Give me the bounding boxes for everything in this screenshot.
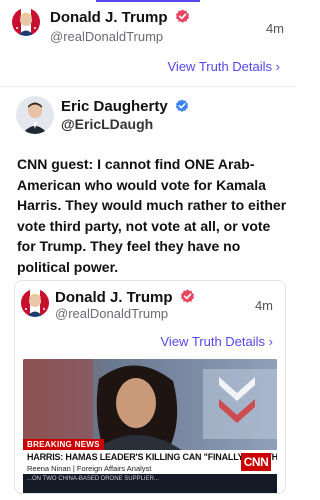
verified-badge-icon [180, 289, 195, 308]
post-header: Donald J. Trump @realDonaldTrump 4m [0, 0, 296, 56]
avatar[interactable] [21, 289, 49, 317]
avatar-image [21, 289, 49, 317]
breaking-news-label: BREAKING NEWS [23, 439, 104, 450]
news-ticker: ...ON TWO CHINA-BASED DRONE SUPPLIER... [23, 474, 277, 493]
quote-author-handle[interactable]: @realDonaldTrump [55, 306, 168, 321]
news-ticker-text: ...ON TWO CHINA-BASED DRONE SUPPLIER... [27, 476, 159, 482]
verified-badge-icon [175, 99, 189, 117]
avatar[interactable] [16, 96, 54, 134]
author-handle[interactable]: @realDonaldTrump [50, 29, 163, 44]
chevron-right-icon: › [268, 334, 273, 349]
video-thumbnail[interactable]: BREAKING NEWS HARRIS: HAMAS LEADER'S KIL… [23, 359, 277, 493]
author-name[interactable]: Donald J. Trump [50, 9, 190, 28]
quote-details-link-label: View Truth Details [160, 334, 266, 349]
shared-author-handle[interactable]: @EricLDaugh [61, 116, 153, 132]
view-truth-details-link[interactable]: View Truth Details › [168, 59, 281, 74]
avatar[interactable] [12, 8, 40, 36]
shared-author-name-label: Eric Daugherty [61, 98, 168, 115]
avatar-image [16, 96, 54, 134]
quote-author-name-label: Donald J. Trump [55, 289, 173, 306]
quote-timestamp: 4m [254, 298, 273, 313]
chevron-right-icon: › [275, 59, 280, 74]
post-timestamp: 4m [265, 21, 284, 36]
quoted-post-card[interactable]: Donald J. Trump @realDonaldTrump 4m View… [14, 280, 286, 494]
cnn-logo: CNN [241, 453, 271, 471]
author-name-label: Donald J. Trump [50, 9, 168, 26]
shared-author-name[interactable]: Eric Daugherty [61, 98, 189, 117]
news-reporter: Reena Ninan | Foreign Affairs Analyst [27, 464, 152, 473]
news-lower-third: HARRIS: HAMAS LEADER'S KILLING CAN "FINA… [23, 450, 277, 474]
avatar-image [12, 8, 40, 36]
details-link-label: View Truth Details [167, 59, 273, 74]
post-body-text: CNN guest: I cannot find ONE Arab-Americ… [17, 156, 287, 275]
divider [0, 86, 296, 87]
quote-view-truth-details-link[interactable]: View Truth Details › [161, 334, 274, 349]
news-headline: HARRIS: HAMAS LEADER'S KILLING CAN "FINA… [27, 452, 277, 462]
verified-badge-icon [175, 9, 190, 28]
